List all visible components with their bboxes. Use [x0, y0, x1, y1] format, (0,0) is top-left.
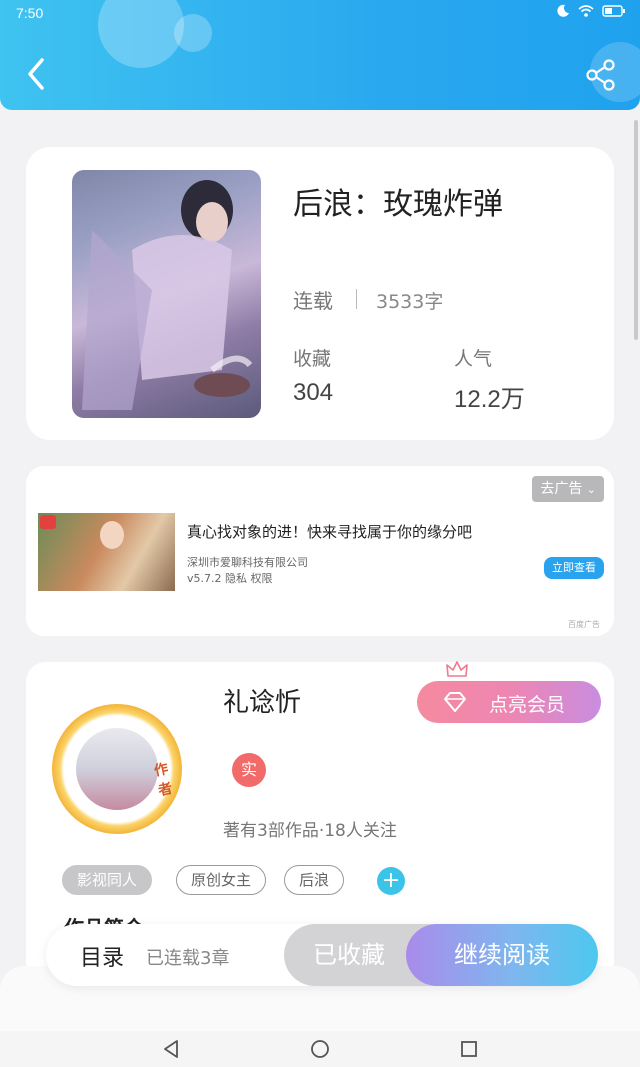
ad-title[interactable]: 真心找对象的进！快来寻找属于你的缘分吧 — [187, 521, 472, 542]
back-button[interactable] — [20, 56, 56, 92]
verified-badge: 实 — [232, 753, 266, 787]
ad-meta[interactable]: v5.7.2 隐私 权限 — [187, 570, 273, 586]
book-cover-image[interactable] — [72, 170, 261, 418]
toc-count: 已连载3章 — [146, 948, 230, 969]
action-bar: 目录 已连载3章 已收藏 继续阅读 — [46, 924, 598, 986]
favorites-value: 304 — [293, 379, 334, 406]
ad-cta-button[interactable]: 立即查看 — [544, 557, 604, 579]
wifi-icon — [578, 5, 594, 17]
ad-source: 百度广告 — [568, 620, 600, 629]
word-count: 3533字 — [376, 291, 444, 313]
moon-icon — [557, 4, 569, 17]
nav-home-icon[interactable] — [310, 1039, 330, 1059]
header-bar: 7:50 — [0, 0, 640, 110]
nav-back-icon[interactable] — [162, 1039, 180, 1059]
favorites-label: 收藏 — [293, 348, 332, 370]
popularity-label: 人气 — [454, 348, 493, 370]
author-stats: 著有3部作品·18人关注 — [223, 821, 397, 841]
tag-fanfic[interactable]: 影视同人 — [62, 865, 153, 895]
vip-button[interactable]: 点亮会员 — [417, 681, 601, 723]
chevron-left-icon — [28, 58, 44, 90]
scrollbar[interactable] — [634, 120, 638, 340]
book-info-card: 后浪：玫瑰炸弹 连载 3533字 收藏 304 人气 12.2万 — [26, 147, 614, 440]
author-avatar-tag: 作者 — [152, 761, 174, 800]
tag-original[interactable]: 原创女主 — [176, 865, 267, 895]
nav-recent-icon[interactable] — [460, 1040, 478, 1058]
ad-company: 深圳市爱聊科技有限公司 — [187, 556, 308, 569]
crown-icon — [446, 661, 468, 677]
serial-status: 连载 — [293, 289, 333, 313]
saved-label: 已收藏 — [313, 941, 385, 969]
ad-app-logo — [40, 515, 56, 529]
share-button[interactable] — [584, 58, 618, 92]
continue-reading-button[interactable]: 继续阅读 — [406, 924, 598, 986]
vip-label: 点亮会员 — [489, 694, 566, 716]
divider — [356, 289, 357, 309]
status-bar: 7:50 — [0, 0, 640, 28]
ad-image[interactable] — [38, 513, 175, 591]
avatar-image — [76, 728, 158, 810]
popularity-value: 12.2万 — [454, 386, 525, 413]
book-title: 后浪：玫瑰炸弹 — [293, 187, 503, 222]
diamond-icon — [444, 692, 466, 712]
tag-houlang[interactable]: 后浪 — [284, 865, 345, 895]
battery-icon — [602, 5, 625, 17]
cover-illustration — [82, 180, 253, 410]
system-nav-bar — [0, 1031, 640, 1067]
author-name[interactable]: 礼谂忻 — [223, 682, 301, 719]
ad-card[interactable]: 去广告 ⌄ 真心找对象的进！快来寻找属于你的缘分吧 深圳市爱聊科技有限公司 v5… — [26, 466, 614, 636]
toc-label: 目录 — [80, 946, 125, 971]
remove-ad-label: 去广告 — [540, 481, 583, 497]
status-icons — [556, 4, 626, 18]
author-avatar[interactable]: 作者 — [52, 704, 182, 834]
toc-button[interactable]: 目录 已连载3章 — [46, 924, 276, 986]
add-tag-button[interactable]: + — [377, 867, 405, 895]
status-time: 7:50 — [16, 5, 44, 21]
remove-ad-button[interactable]: 去广告 ⌄ — [532, 476, 604, 502]
chevron-down-icon: ⌄ — [586, 483, 596, 496]
share-icon — [586, 59, 615, 91]
ad-person — [100, 521, 124, 549]
